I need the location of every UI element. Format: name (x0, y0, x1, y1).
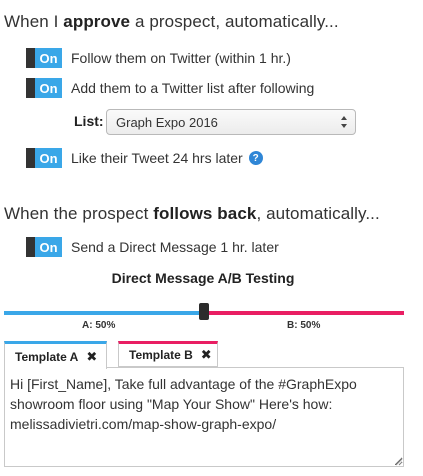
ab-testing-title: Direct Message A/B Testing (111, 270, 295, 286)
ab-split-bar-b (208, 311, 404, 315)
list-label: List: (74, 113, 104, 129)
tab-template-b-label: Template B (129, 348, 193, 362)
like-label: Like their Tweet 24 hrs later (71, 150, 243, 166)
approve-heading-suffix: a prospect, automatically... (130, 12, 339, 31)
follow-back-heading-bold: follows back (153, 204, 257, 223)
ab-split-slider-handle[interactable] (199, 303, 209, 320)
list-selected-value: Graph Expo 2016 (116, 114, 218, 130)
close-icon[interactable]: ✖ (86, 349, 97, 365)
toggle-knob (26, 237, 35, 257)
approve-heading-bold: approve (63, 12, 131, 31)
follow-back-heading-suffix: , automatically... (256, 204, 380, 223)
help-circle-icon[interactable]: ? (248, 151, 263, 165)
approve-heading-prefix: When I (4, 12, 64, 31)
add-list-toggle[interactable]: On (26, 78, 62, 98)
list-select[interactable]: Graph Expo 2016 (106, 109, 356, 135)
chevron-updown-icon (341, 116, 347, 128)
follow-back-heading-prefix: When the prospect (4, 204, 154, 223)
toggle-state: On (35, 148, 62, 168)
follow-back-section-heading: When the prospect follows back, automati… (4, 204, 380, 224)
resize-grip-icon[interactable] (395, 458, 403, 466)
like-toggle[interactable]: On (26, 148, 62, 168)
add-list-row: On Add them to a Twitter list after foll… (26, 78, 314, 98)
tab-template-a-label: Template A (15, 349, 79, 364)
ab-a-percent: A: 50% (82, 320, 116, 331)
tab-template-a[interactable]: Template A ✖ (4, 341, 107, 369)
toggle-state: On (35, 237, 62, 257)
direct-message-textarea[interactable]: Hi [First_Name], Take full advantage of … (4, 367, 404, 467)
dm-label: Send a Direct Message 1 hr. later (71, 239, 279, 255)
dm-toggle[interactable]: On (26, 237, 62, 257)
like-row: On Like their Tweet 24 hrs later ? (26, 148, 263, 168)
follow-toggle[interactable]: On (26, 48, 62, 68)
toggle-state: On (35, 48, 62, 68)
follow-row: On Follow them on Twitter (within 1 hr.) (26, 48, 291, 68)
close-icon[interactable]: ✖ (201, 347, 212, 363)
automation-settings-panel: When I approve a prospect, automatically… (0, 0, 423, 476)
ab-b-percent: B: 50% (287, 320, 321, 331)
follow-label: Follow them on Twitter (within 1 hr.) (71, 50, 291, 66)
ab-split-bar-a (4, 311, 200, 315)
toggle-state: On (35, 78, 62, 98)
dm-row: On Send a Direct Message 1 hr. later (26, 237, 279, 257)
tab-template-b[interactable]: Template B ✖ (118, 341, 218, 367)
toggle-knob (26, 148, 35, 168)
toggle-knob (26, 48, 35, 68)
add-list-label: Add them to a Twitter list after followi… (71, 80, 315, 96)
toggle-knob (26, 78, 35, 98)
approve-section-heading: When I approve a prospect, automatically… (4, 12, 339, 32)
